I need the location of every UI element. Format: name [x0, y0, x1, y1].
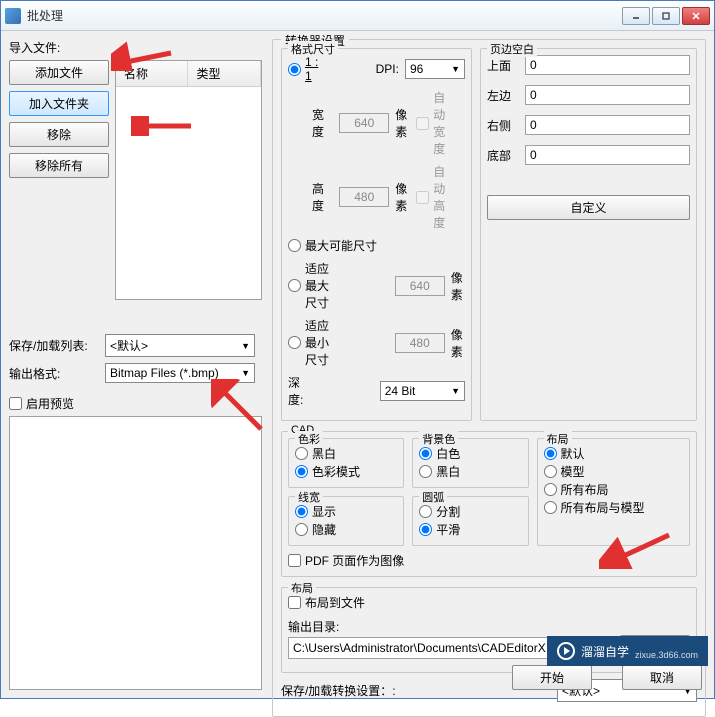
- add-file-button[interactable]: 添加文件: [9, 60, 109, 85]
- margin-bottom-label: 底部: [487, 147, 517, 164]
- import-files-label: 导入文件:: [9, 39, 262, 56]
- chevron-down-icon: ▼: [451, 386, 460, 396]
- bg-black-radio[interactable]: 黑白: [419, 463, 460, 480]
- minimize-button[interactable]: [622, 7, 650, 25]
- save-load-settings-label: 保存/加载转换设置：:: [281, 682, 396, 699]
- fit-max-radio[interactable]: 适应最大尺寸: [288, 260, 341, 311]
- width-input: [339, 113, 389, 133]
- fit-min-input: [395, 333, 445, 353]
- pixel-label: 像素: [451, 326, 465, 360]
- titlebar: 批处理: [1, 1, 714, 31]
- pdf-as-image-checkbox[interactable]: PDF 页面作为图像: [288, 552, 404, 569]
- preview-box: [9, 416, 262, 690]
- custom-margin-button[interactable]: 自定义: [487, 195, 690, 220]
- fit-min-radio[interactable]: 适应最小尺寸: [288, 317, 341, 368]
- file-list[interactable]: 名称 类型: [115, 60, 262, 300]
- bgcolor-group: 背景色 白色 黑白: [412, 438, 528, 488]
- app-icon: [5, 8, 21, 24]
- margin-bottom-input[interactable]: [525, 145, 690, 165]
- arc-split-radio[interactable]: 分割: [419, 503, 460, 520]
- output-dir-label: 输出目录:: [288, 618, 690, 635]
- dpi-dropdown[interactable]: 96▼: [405, 59, 465, 79]
- pixel-label: 像素: [395, 180, 410, 214]
- start-button[interactable]: 开始: [512, 665, 592, 690]
- layout-default-radio[interactable]: 默认: [544, 445, 585, 462]
- chevron-down-icon: ▼: [241, 368, 250, 378]
- width-label: 宽度: [312, 106, 333, 140]
- layout-all-radio[interactable]: 所有布局: [544, 481, 609, 498]
- col-name: 名称: [116, 61, 188, 86]
- output-format-label: 输出格式:: [9, 365, 99, 382]
- maximize-button[interactable]: [652, 7, 680, 25]
- close-button[interactable]: [682, 7, 710, 25]
- max-possible-radio[interactable]: 最大可能尺寸: [288, 237, 377, 254]
- ratio-1-1-radio[interactable]: 1 : 1: [288, 55, 322, 83]
- cancel-button[interactable]: 取消: [622, 665, 702, 690]
- layout-allmodel-radio[interactable]: 所有布局与模型: [544, 499, 645, 516]
- converter-settings-group: 转换器设置 格式尺寸 1 : 1 DPI: 96▼ 宽度 像素: [272, 39, 706, 717]
- play-icon: [557, 642, 575, 660]
- remove-button[interactable]: 移除: [9, 122, 109, 147]
- margin-right-label: 右侧: [487, 117, 517, 134]
- list-dropdown[interactable]: <默认>▼: [105, 334, 255, 357]
- format-size-group: 格式尺寸 1 : 1 DPI: 96▼ 宽度 像素 自动宽度: [281, 48, 472, 421]
- save-load-list-label: 保存/加载列表:: [9, 337, 99, 354]
- height-input: [339, 187, 389, 207]
- height-label: 高度: [312, 180, 333, 214]
- fit-max-input: [395, 276, 445, 296]
- margin-top-label: 上面: [487, 57, 517, 74]
- bg-white-radio[interactable]: 白色: [419, 445, 460, 462]
- margin-left-input[interactable]: [525, 85, 690, 105]
- add-folder-button[interactable]: 加入文件夹: [9, 91, 109, 116]
- cad-group: CAD 色彩 黑白 色彩模式 线宽 显示 隐藏: [281, 431, 697, 577]
- auto-width-checkbox: 自动宽度: [416, 89, 457, 157]
- lw-hide-radio[interactable]: 隐藏: [295, 521, 336, 538]
- watermark-brand: 溜溜自学: [581, 643, 629, 660]
- margin-left-label: 左边: [487, 87, 517, 104]
- color-mode-radio[interactable]: 色彩模式: [295, 463, 360, 480]
- window-title: 批处理: [27, 7, 622, 24]
- margin-right-input[interactable]: [525, 115, 690, 135]
- color-bw-radio[interactable]: 黑白: [295, 445, 336, 462]
- auto-height-checkbox: 自动高度: [416, 163, 457, 231]
- watermark: 溜溜自学 zixue.3d66.com: [547, 636, 708, 666]
- layout-model-radio[interactable]: 模型: [544, 463, 585, 480]
- lw-show-radio[interactable]: 显示: [295, 503, 336, 520]
- enable-preview-checkbox[interactable]: 启用预览: [9, 395, 74, 412]
- depth-dropdown[interactable]: 24 Bit▼: [380, 381, 465, 401]
- remove-all-button[interactable]: 移除所有: [9, 153, 109, 178]
- linewidth-group: 线宽 显示 隐藏: [288, 496, 404, 546]
- arc-group: 圆弧 分割 平滑: [412, 496, 528, 546]
- margin-top-input[interactable]: [525, 55, 690, 75]
- col-type: 类型: [188, 61, 260, 86]
- color-group: 色彩 黑白 色彩模式: [288, 438, 404, 488]
- layout-to-file-checkbox[interactable]: 布局到文件: [288, 594, 365, 611]
- layout-option-group: 布局 默认 模型 所有布局 所有布局与模型: [537, 438, 691, 546]
- margins-group: 页边空白 上面 左边 右侧 底部 自定义: [480, 48, 697, 421]
- pixel-label: 像素: [451, 269, 465, 303]
- chevron-down-icon: ▼: [241, 341, 250, 351]
- pixel-label: 像素: [395, 106, 410, 140]
- dpi-label: DPI:: [376, 62, 399, 76]
- arc-smooth-radio[interactable]: 平滑: [419, 521, 460, 538]
- depth-label: 深度:: [288, 374, 314, 408]
- output-format-dropdown[interactable]: Bitmap Files (*.bmp)▼: [105, 363, 255, 383]
- chevron-down-icon: ▼: [451, 64, 460, 74]
- watermark-site: zixue.3d66.com: [635, 650, 698, 660]
